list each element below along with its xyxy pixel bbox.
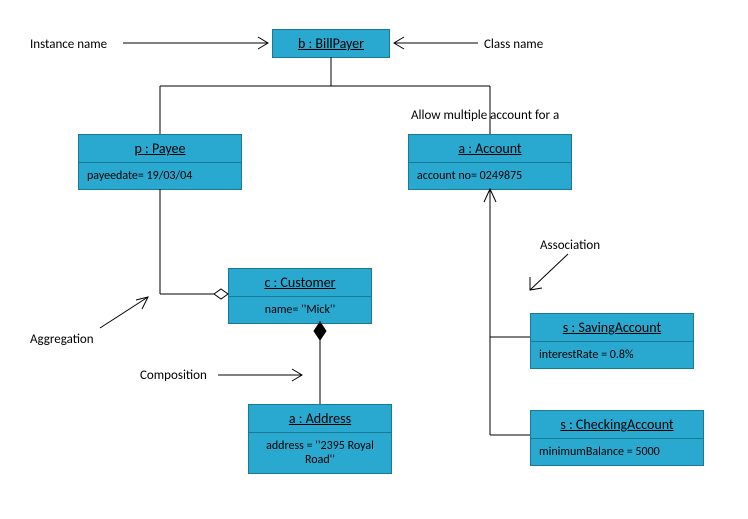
label-aggregation: Aggregation — [30, 332, 94, 347]
object-attr-address: address = ''2395 Royal Road'' — [249, 433, 391, 473]
object-attr-customer: name= ''Mick'' — [229, 297, 371, 323]
object-attr-account: account no= 0249875 — [409, 163, 571, 189]
object-customer: c : Customer name= ''Mick'' — [228, 268, 372, 324]
label-instance-name: Instance name — [30, 37, 107, 52]
object-attr-checking: minimumBalance = 5000 — [531, 439, 703, 465]
object-attr-saving: interestRate = 0.8% — [531, 342, 693, 368]
object-title-checking: s : CheckingAccount — [531, 411, 703, 439]
object-address: a : Address address = ''2395 Royal Road'… — [248, 404, 392, 474]
label-allow-multiple: Allow multiple account for a — [411, 108, 559, 123]
label-composition: Composition — [140, 368, 207, 383]
label-association: Association — [540, 238, 600, 253]
object-title-customer: c : Customer — [229, 269, 371, 297]
object-account: a : Account account no= 0249875 — [408, 134, 572, 190]
object-title-billpayer: b : BillPayer — [273, 30, 389, 57]
object-attr-payee: payeedate= 19/03/04 — [79, 163, 241, 189]
object-checking: s : CheckingAccount minimumBalance = 500… — [530, 410, 704, 466]
object-title-account: a : Account — [409, 135, 571, 163]
object-title-saving: s : SavingAccount — [531, 314, 693, 342]
object-title-payee: p : Payee — [79, 135, 241, 163]
object-title-address: a : Address — [249, 405, 391, 433]
object-billpayer: b : BillPayer — [272, 29, 390, 58]
object-saving: s : SavingAccount interestRate = 0.8% — [530, 313, 694, 369]
label-class-name: Class name — [484, 37, 543, 52]
object-payee: p : Payee payeedate= 19/03/04 — [78, 134, 242, 190]
